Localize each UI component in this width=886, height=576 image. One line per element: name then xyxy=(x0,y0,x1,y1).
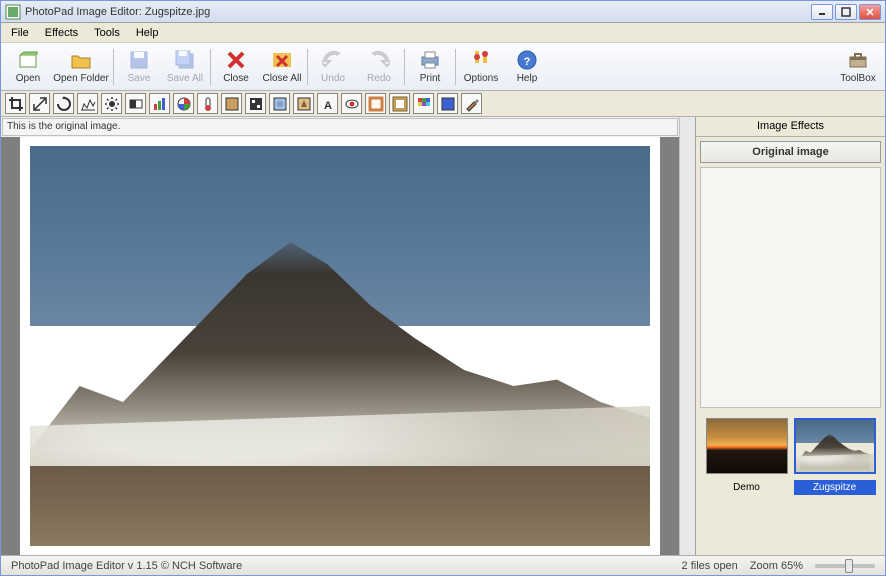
status-bar: PhotoPad Image Editor v 1.15 © NCH Softw… xyxy=(1,555,885,575)
minimize-button[interactable] xyxy=(811,4,833,20)
thumbnail-demo-label[interactable]: Demo xyxy=(706,480,788,495)
status-version: PhotoPad Image Editor v 1.15 © NCH Softw… xyxy=(5,560,248,572)
temperature-tool[interactable] xyxy=(197,93,218,114)
canvas-wrap: This is the original image. xyxy=(1,117,679,555)
filter-sharpen-tool[interactable] xyxy=(293,93,314,114)
brush-tool[interactable] xyxy=(461,93,482,114)
info-bar: This is the original image. xyxy=(2,118,678,136)
print-icon xyxy=(419,49,441,71)
thumbnail-strip xyxy=(696,412,885,480)
redo-button[interactable]: Redo xyxy=(356,45,402,89)
zoom-slider-thumb[interactable] xyxy=(845,559,853,573)
open-folder-icon xyxy=(70,49,92,71)
open-icon xyxy=(17,49,39,71)
filter-negative-tool[interactable] xyxy=(245,93,266,114)
zoom-slider[interactable] xyxy=(815,564,875,568)
photo-image xyxy=(30,146,650,546)
secondary-toolbar: A xyxy=(1,91,885,117)
close-all-icon xyxy=(271,49,293,71)
menu-file[interactable]: File xyxy=(3,25,37,41)
color-bars-tool[interactable] xyxy=(149,93,170,114)
rotate-tool[interactable] xyxy=(53,93,74,114)
close-button[interactable] xyxy=(859,4,881,20)
help-button[interactable]: ? Help xyxy=(504,45,550,89)
undo-icon xyxy=(322,49,344,71)
print-button[interactable]: Print xyxy=(407,45,453,89)
redeye-tool[interactable] xyxy=(341,93,362,114)
contrast-tool[interactable] xyxy=(125,93,146,114)
save-all-button[interactable]: Save All xyxy=(162,45,208,89)
save-icon xyxy=(128,49,150,71)
thumbnail-demo[interactable] xyxy=(706,418,788,474)
title-bar: PhotoPad Image Editor: Zugspitze.jpg xyxy=(1,1,885,23)
close-x-icon xyxy=(225,49,247,71)
svg-text:?: ? xyxy=(524,56,531,68)
border-tool[interactable] xyxy=(365,93,386,114)
close-all-button[interactable]: Close All xyxy=(259,45,305,89)
menu-effects[interactable]: Effects xyxy=(37,25,86,41)
options-button[interactable]: Options xyxy=(458,45,504,89)
save-button[interactable]: Save xyxy=(116,45,162,89)
canvas[interactable] xyxy=(1,137,679,555)
effects-header: Image Effects xyxy=(696,117,885,137)
svg-text:A: A xyxy=(324,100,332,112)
close-file-button[interactable]: Close xyxy=(213,45,259,89)
fill-tool[interactable] xyxy=(437,93,458,114)
resize-tool[interactable] xyxy=(29,93,50,114)
main-toolbar: Open Open Folder Save Save All Close Clo… xyxy=(1,43,885,91)
vertical-scrollbar[interactable] xyxy=(679,117,695,555)
content-area: This is the original image. Image Effect… xyxy=(1,117,885,555)
original-image-box[interactable]: Original image xyxy=(700,141,881,163)
options-icon xyxy=(470,49,492,71)
open-button[interactable]: Open xyxy=(5,45,51,89)
maximize-button[interactable] xyxy=(835,4,857,20)
help-icon: ? xyxy=(516,49,538,71)
window-title: PhotoPad Image Editor: Zugspitze.jpg xyxy=(25,6,811,18)
menu-bar: File Effects Tools Help xyxy=(1,23,885,43)
levels-tool[interactable] xyxy=(77,93,98,114)
photo-frame xyxy=(20,137,660,555)
status-zoom: Zoom 65% xyxy=(744,560,809,572)
filter-blur-tool[interactable] xyxy=(269,93,290,114)
app-icon xyxy=(5,4,21,20)
toolbox-icon xyxy=(847,49,869,71)
thumbnail-zugspitze[interactable] xyxy=(794,418,876,474)
filter-sepia-tool[interactable] xyxy=(221,93,242,114)
menu-help[interactable]: Help xyxy=(128,25,167,41)
undo-button[interactable]: Undo xyxy=(310,45,356,89)
brightness-tool[interactable] xyxy=(101,93,122,114)
frame-tool[interactable] xyxy=(389,93,410,114)
crop-tool[interactable] xyxy=(5,93,26,114)
effects-list xyxy=(700,167,881,408)
open-folder-button[interactable]: Open Folder xyxy=(51,45,111,89)
right-panel: Image Effects Original image Demo Zugspi… xyxy=(695,117,885,555)
mosaic-tool[interactable] xyxy=(413,93,434,114)
thumbnail-zugspitze-label[interactable]: Zugspitze xyxy=(794,480,876,495)
redo-icon xyxy=(368,49,390,71)
menu-tools[interactable]: Tools xyxy=(86,25,128,41)
hue-tool[interactable] xyxy=(173,93,194,114)
toolbox-button[interactable]: ToolBox xyxy=(835,45,881,89)
save-all-icon xyxy=(174,49,196,71)
status-files-open: 2 files open xyxy=(676,560,744,572)
text-tool[interactable]: A xyxy=(317,93,338,114)
